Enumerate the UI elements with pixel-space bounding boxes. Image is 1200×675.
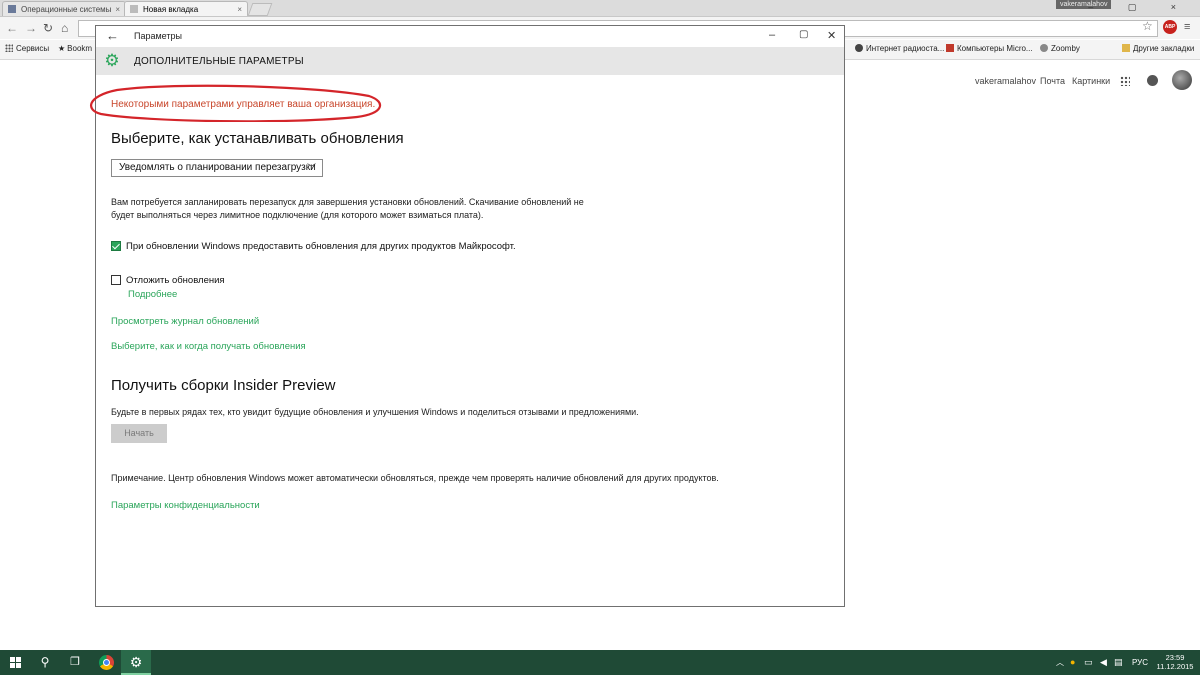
browser-tab-os[interactable]: Операционные системы × bbox=[2, 1, 126, 16]
avatar[interactable] bbox=[1172, 70, 1192, 90]
back-arrow-icon[interactable]: ← bbox=[6, 20, 18, 36]
close-icon[interactable]: ✕ bbox=[827, 29, 836, 42]
close-icon[interactable]: × bbox=[237, 2, 242, 16]
bookmark-star-icon[interactable]: ☆ bbox=[1142, 19, 1153, 33]
favicon-icon bbox=[130, 5, 138, 13]
clock-time: 23:59 bbox=[1165, 653, 1185, 662]
windows-start-icon[interactable] bbox=[10, 657, 21, 668]
zoomby-icon bbox=[1040, 44, 1048, 52]
favicon-icon bbox=[8, 5, 16, 13]
restart-note-line: будет выполняться через лимитное подключ… bbox=[111, 210, 484, 220]
bookmark-zoomby[interactable]: Zoomby bbox=[1040, 44, 1080, 53]
org-warning-text: Некоторыми параметрами управляет ваша ор… bbox=[111, 99, 376, 110]
star-icon: ★ bbox=[58, 44, 66, 53]
bookmark-apps[interactable]: Сервисы bbox=[5, 44, 49, 53]
chevron-down-icon: ﹀ bbox=[306, 163, 316, 173]
google-username[interactable]: vakeramalahov bbox=[975, 76, 1036, 86]
home-icon[interactable]: ⌂ bbox=[61, 20, 68, 36]
clock-date: 11.12.2015 bbox=[1156, 662, 1194, 671]
clock[interactable]: 23:59 11.12.2015 bbox=[1155, 653, 1195, 671]
tray-chevron-icon[interactable]: ︿ bbox=[1056, 650, 1064, 675]
browser-tab-bar: Операционные системы × Новая вкладка × v… bbox=[0, 0, 1200, 17]
page-title: ДОПОЛНИТЕЛЬНЫЕ ПАРАМЕТРЫ bbox=[134, 56, 304, 67]
bookmark-radio[interactable]: Интернет радиоста... bbox=[855, 44, 944, 53]
computer-icon bbox=[946, 44, 954, 52]
page-header: ⚙ ДОПОЛНИТЕЛЬНЫЕ ПАРАМЕТРЫ bbox=[96, 47, 844, 75]
close-icon[interactable]: × bbox=[115, 2, 120, 16]
chrome-icon[interactable] bbox=[99, 655, 114, 670]
more-info-link[interactable]: Подробнее bbox=[128, 289, 177, 300]
note-text: Примечание. Центр обновления Windows мож… bbox=[111, 473, 719, 483]
settings-window: ← Параметры – ▢ ✕ ⚙ ДОПОЛНИТЕЛЬНЫЕ ПАРАМ… bbox=[90, 25, 845, 607]
volume-icon[interactable]: ◀ bbox=[1100, 650, 1107, 675]
bookmark-other[interactable]: Другие закладки bbox=[1122, 44, 1194, 53]
privacy-settings-link[interactable]: Параметры конфиденциальности bbox=[111, 500, 260, 511]
tray-app-icon[interactable]: ● bbox=[1070, 650, 1075, 675]
action-center-icon[interactable]: ▤ bbox=[1114, 650, 1123, 675]
share-updates-label: При обновлении Windows предоставить обно… bbox=[126, 241, 516, 252]
folder-icon bbox=[1122, 44, 1130, 52]
minimize-icon[interactable]: – bbox=[769, 29, 775, 41]
google-apps-icon[interactable] bbox=[1120, 76, 1130, 86]
start-insider-button[interactable]: Начать bbox=[111, 424, 167, 443]
menu-icon[interactable]: ≡ bbox=[1184, 21, 1190, 33]
share-updates-checkbox[interactable] bbox=[111, 241, 121, 251]
tab-label: Операционные системы bbox=[21, 5, 112, 14]
insider-description: Будьте в первых рядах тех, кто увидит бу… bbox=[111, 407, 639, 417]
delivery-options-link[interactable]: Выберите, как и когда получать обновлени… bbox=[111, 341, 306, 352]
install-mode-dropdown[interactable]: Уведомлять о планировании перезагрузки ﹀ bbox=[111, 159, 323, 177]
section-title-install: Выберите, как устанавливать обновления bbox=[111, 130, 404, 147]
browser-tab-new[interactable]: Новая вкладка × bbox=[124, 1, 248, 16]
maximize-icon[interactable]: ▢ bbox=[799, 29, 808, 40]
update-history-link[interactable]: Просмотреть журнал обновлений bbox=[111, 316, 259, 327]
forward-arrow-icon[interactable]: → bbox=[25, 20, 37, 36]
share-updates-option[interactable]: При обновлении Windows предоставить обно… bbox=[111, 241, 516, 252]
notifications-icon[interactable] bbox=[1147, 75, 1158, 86]
reload-icon[interactable]: ↻ bbox=[43, 20, 53, 36]
defer-updates-option[interactable]: Отложить обновления bbox=[111, 275, 225, 286]
settings-titlebar: ← Параметры – ▢ ✕ bbox=[96, 26, 844, 47]
browser-window-controls[interactable]: – ▢ × bbox=[1088, 2, 1192, 13]
settings-gear-icon[interactable]: ⚙ bbox=[121, 650, 151, 675]
language-indicator[interactable]: РУС bbox=[1132, 650, 1148, 675]
back-arrow-icon[interactable]: ← bbox=[106, 28, 119, 43]
restart-note-line: Вам потребуется запланировать перезапуск… bbox=[111, 197, 584, 207]
gear-icon: ⚙ bbox=[104, 51, 120, 70]
search-icon[interactable]: ⚲ bbox=[30, 650, 60, 675]
new-tab-button[interactable] bbox=[247, 3, 273, 16]
images-link[interactable]: Картинки bbox=[1072, 76, 1110, 86]
window-title: Параметры bbox=[134, 31, 182, 41]
apps-icon bbox=[5, 44, 13, 52]
task-view-icon[interactable]: ❐ bbox=[60, 650, 90, 675]
gmail-link[interactable]: Почта bbox=[1040, 76, 1065, 86]
adblock-icon[interactable]: ABP bbox=[1163, 20, 1177, 34]
restart-note: Вам потребуется запланировать перезапуск… bbox=[111, 196, 631, 222]
radio-icon bbox=[855, 44, 863, 52]
section-title-insider: Получить сборки Insider Preview bbox=[111, 377, 336, 394]
taskbar: ⚲ ❐ ⚙ ︿ ● ▭ ◀ ▤ РУС 23:59 11.12.2015 bbox=[0, 650, 1200, 675]
defer-updates-checkbox[interactable] bbox=[111, 275, 121, 285]
bookmark-item[interactable]: ★ Bookm bbox=[58, 44, 92, 53]
bookmark-computers[interactable]: Компьютеры Micro... bbox=[946, 44, 1033, 53]
tab-label: Новая вкладка bbox=[143, 5, 199, 14]
defer-updates-label: Отложить обновления bbox=[126, 275, 225, 286]
network-icon[interactable]: ▭ bbox=[1084, 650, 1093, 675]
dropdown-value: Уведомлять о планировании перезагрузки bbox=[119, 162, 316, 173]
